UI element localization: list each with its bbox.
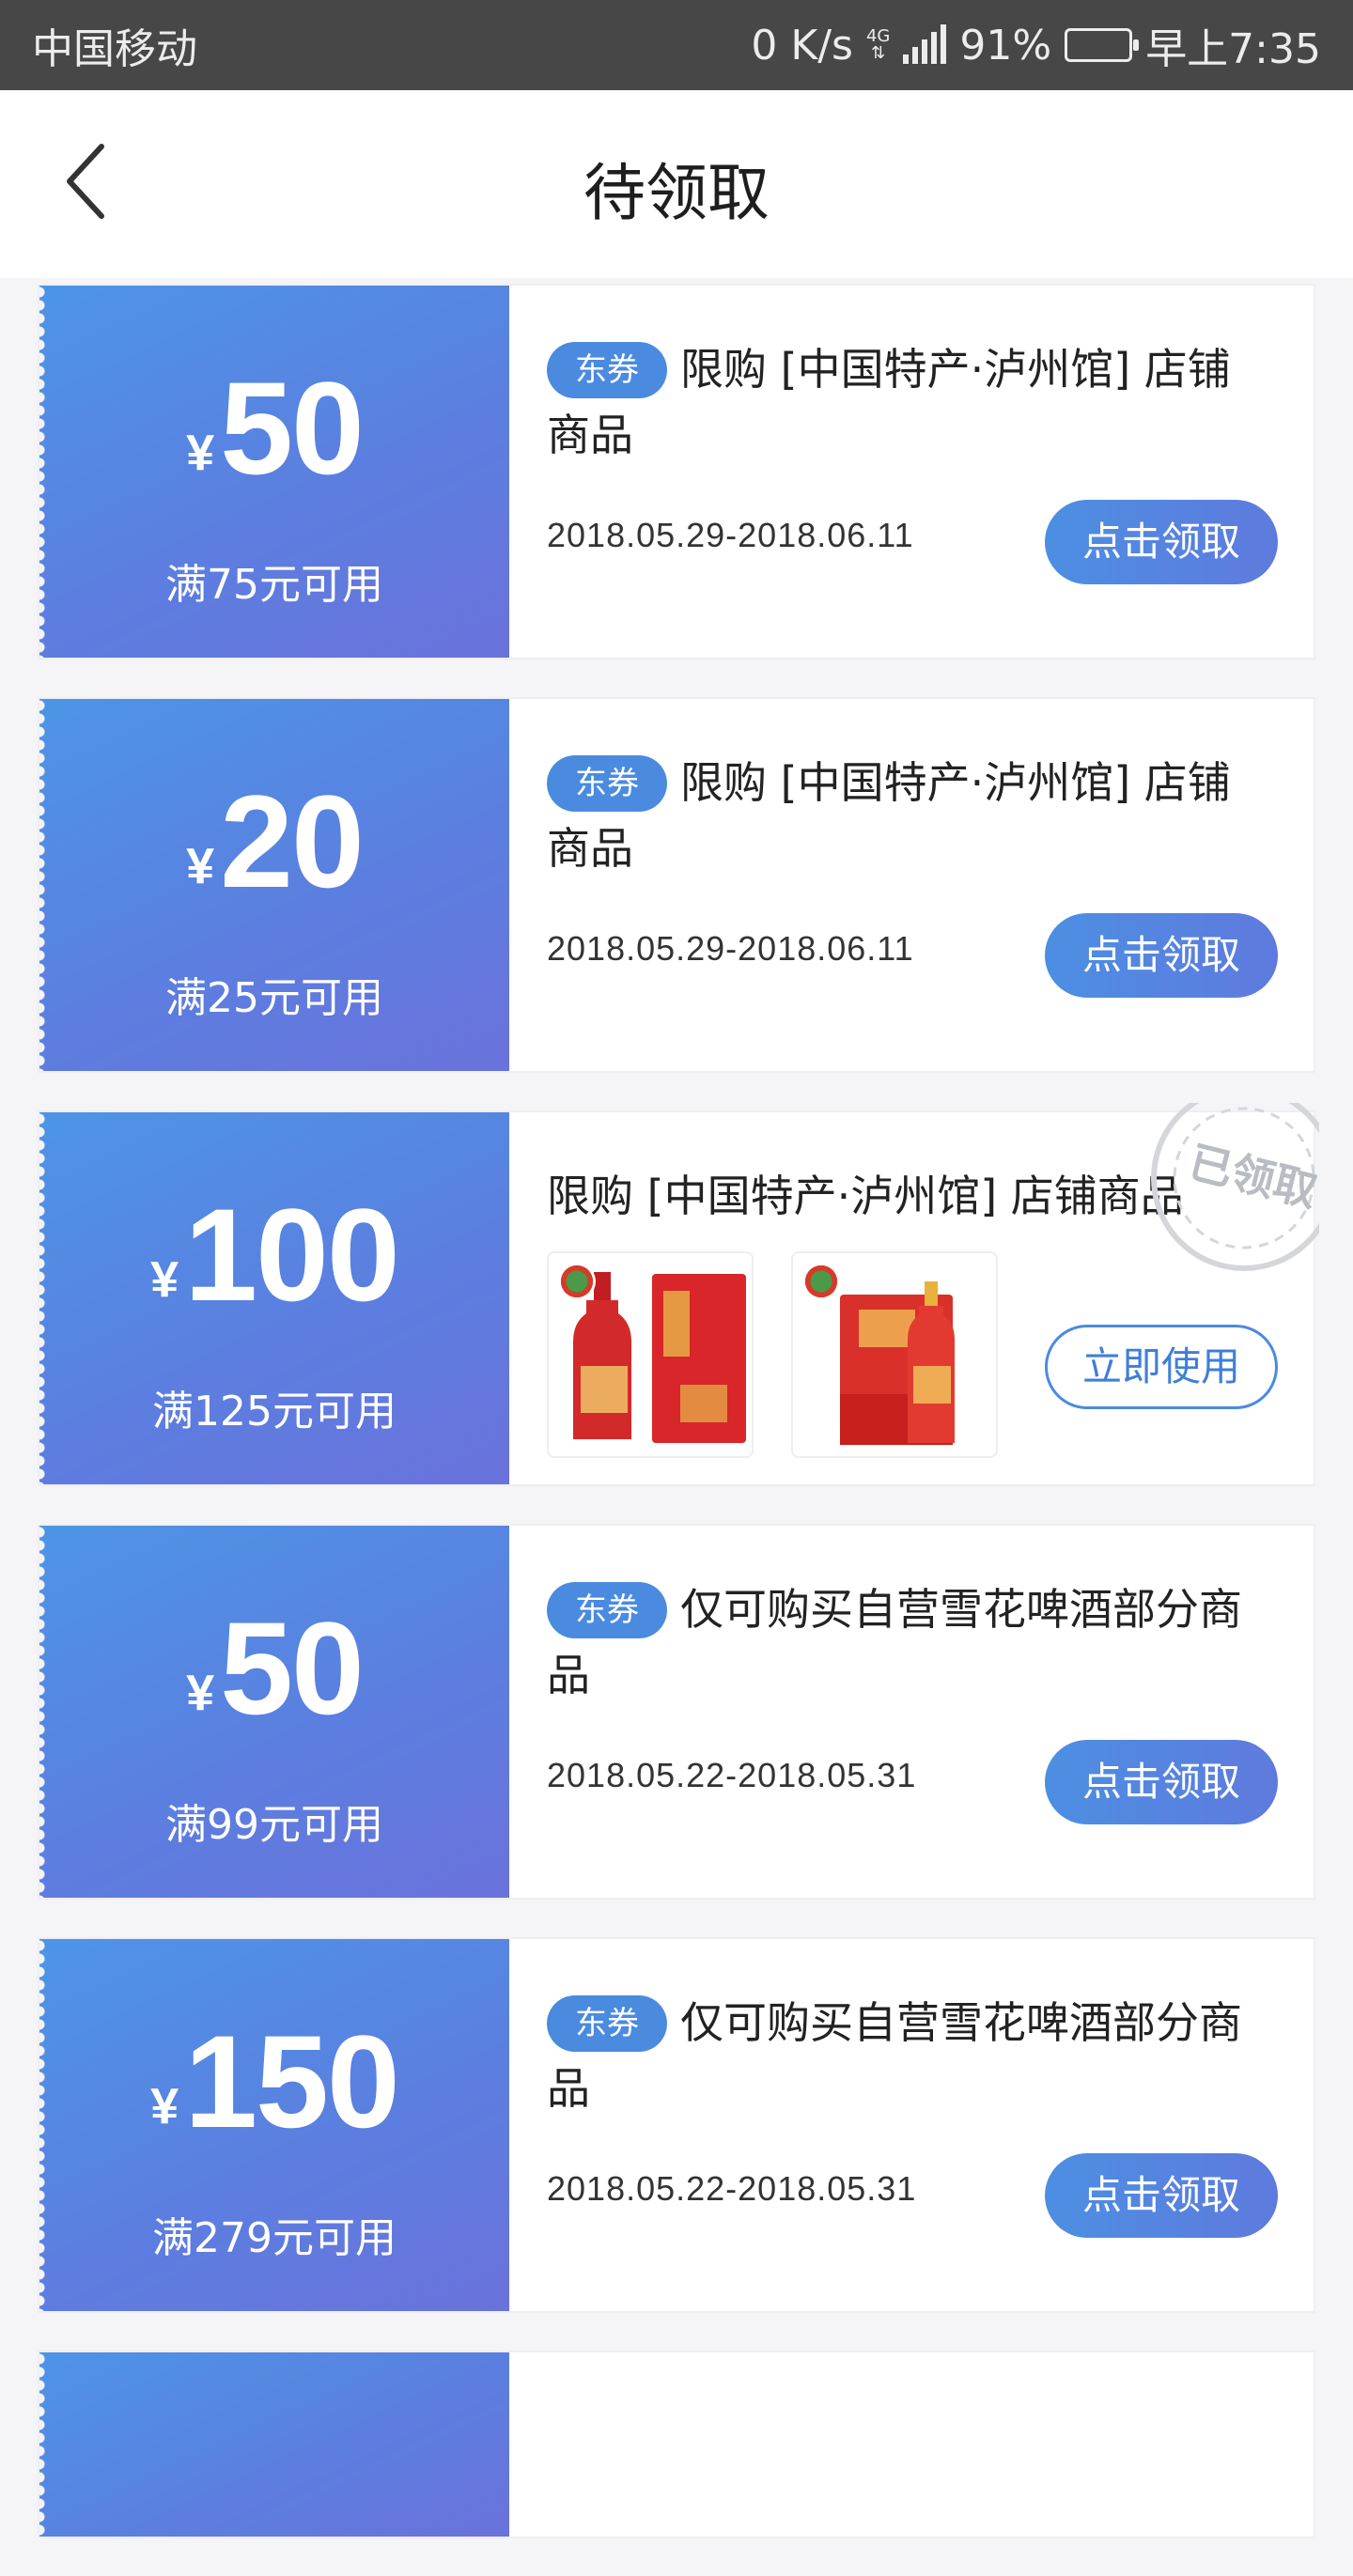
currency-symbol: ¥ bbox=[150, 2078, 179, 2134]
coupon-description: 东券 仅可购买自营雪花啤酒部分商品 bbox=[547, 1990, 1261, 2121]
coupon-type-badge: 东券 bbox=[547, 1995, 667, 2052]
validity-dates: 2018.05.29-2018.06.11 bbox=[547, 516, 914, 554]
coupon-amount: ¥150 bbox=[39, 2016, 509, 2148]
coupon-card: ¥20 满25元可用 东券 限购 [中国特产·泸州馆] 店铺商品 2018.05.… bbox=[38, 697, 1315, 1073]
validity-dates: 2018.05.22-2018.05.31 bbox=[547, 2169, 917, 2208]
usage-condition: 满75元可用 bbox=[165, 561, 383, 609]
coupon-card bbox=[38, 2351, 1315, 2538]
coupon-details: 东券 仅可购买自营雪花啤酒部分商品 2018.05.22-2018.05.31 点… bbox=[509, 1939, 1314, 2311]
data-arrows-icon: ⇅ bbox=[871, 43, 886, 63]
use-now-button[interactable]: 立即使用 bbox=[1045, 1325, 1278, 1409]
amount-value: 100 bbox=[184, 1181, 400, 1328]
claim-button[interactable]: 点击领取 bbox=[1045, 1740, 1278, 1824]
status-bar: 中国移动 0 K/s 4G ⇅ 91% 早上7:35 bbox=[0, 0, 1353, 90]
coupon-type-badge: 东券 bbox=[547, 342, 667, 398]
coupon-amount: ¥50 bbox=[39, 1603, 509, 1734]
signal-icon bbox=[903, 24, 947, 64]
nav-bar: 待领取 bbox=[0, 90, 1353, 278]
coupon-details: 东券 限购 [中国特产·泸州馆] 店铺商品 2018.05.29-2018.06.… bbox=[509, 286, 1314, 658]
coupon-amount: ¥100 bbox=[39, 1189, 509, 1321]
coupon-card: ¥50 满99元可用 东券 仅可购买自营雪花啤酒部分商品 2018.05.22-2… bbox=[38, 1524, 1315, 1900]
coupon-value-panel: ¥50 满99元可用 bbox=[39, 1526, 509, 1898]
brand-logo-icon bbox=[558, 1263, 596, 1300]
usage-condition: 满279元可用 bbox=[152, 2214, 397, 2262]
coupon-list: ¥50 满75元可用 东券 限购 [中国特产·泸州馆] 店铺商品 2018.05.… bbox=[38, 284, 1319, 2576]
coupon-description: 东券 仅可购买自营雪花啤酒部分商品 bbox=[547, 1576, 1261, 1708]
coupon-details: 东券 限购 [中国特产·泸州馆] 店铺商品 2018.05.29-2018.06.… bbox=[509, 699, 1314, 1071]
coupon-card: ¥150 满279元可用 东券 仅可购买自营雪花啤酒部分商品 2018.05.22… bbox=[38, 1937, 1315, 2313]
usage-condition: 满25元可用 bbox=[165, 974, 383, 1022]
amount-value: 50 bbox=[220, 354, 365, 502]
status-icons: 0 K/s 4G ⇅ 91% 早上7:35 bbox=[751, 15, 1321, 75]
brand-logo-icon bbox=[802, 1263, 840, 1300]
coupon-description: 东券 限购 [中国特产·泸州馆] 店铺商品 bbox=[547, 750, 1261, 881]
product-thumbnail[interactable] bbox=[791, 1251, 998, 1458]
carrier-name: 中国移动 bbox=[32, 25, 197, 73]
validity-dates: 2018.05.22-2018.05.31 bbox=[547, 1756, 917, 1794]
validity-dates: 2018.05.29-2018.06.11 bbox=[547, 929, 914, 968]
coupon-description: 东券 限购 [中国特产·泸州馆] 店铺商品 bbox=[547, 336, 1261, 468]
claimed-stamp: 已领取 bbox=[1151, 1103, 1319, 1271]
coupon-details: 东券 仅可购买自营雪花啤酒部分商品 2018.05.22-2018.05.31 点… bbox=[509, 1526, 1314, 1898]
network-type-icon: 4G ⇅ bbox=[866, 28, 890, 62]
usage-condition: 满125元可用 bbox=[152, 1388, 397, 1435]
product-thumbnails bbox=[547, 1251, 998, 1458]
claimed-stamp-text: 已领取 bbox=[1184, 1136, 1319, 1217]
coupon-details bbox=[509, 2352, 1314, 2537]
currency-symbol: ¥ bbox=[186, 1665, 215, 1721]
amount-value: 20 bbox=[220, 768, 365, 915]
battery-icon bbox=[1065, 28, 1140, 62]
amount-value: 150 bbox=[184, 2008, 400, 2155]
page-title: 待领取 bbox=[583, 157, 770, 229]
product-thumbnail[interactable] bbox=[547, 1251, 754, 1458]
coupon-type-badge: 东券 bbox=[547, 755, 667, 812]
claim-button[interactable]: 点击领取 bbox=[1045, 500, 1278, 584]
coupon-card: ¥50 满75元可用 东券 限购 [中国特产·泸州馆] 店铺商品 2018.05.… bbox=[38, 284, 1315, 660]
coupon-amount: ¥20 bbox=[39, 776, 509, 908]
usage-condition: 满99元可用 bbox=[165, 1801, 383, 1849]
claim-button[interactable]: 点击领取 bbox=[1045, 913, 1278, 998]
coupon-value-panel: ¥150 满279元可用 bbox=[39, 1939, 509, 2311]
coupon-card: ¥100 满125元可用 限购 [中国特产·泸州馆] 店铺商品 立即使用 已领取 bbox=[38, 1103, 1319, 1486]
battery-percent: 91% bbox=[959, 21, 1052, 70]
coupon-value-panel: ¥100 满125元可用 bbox=[39, 1112, 509, 1484]
network-speed: 0 K/s bbox=[751, 21, 853, 70]
coupon-amount: ¥50 bbox=[39, 363, 509, 494]
coupon-value-panel: ¥50 满75元可用 bbox=[39, 286, 509, 658]
coupon-value-panel: ¥20 满25元可用 bbox=[39, 699, 509, 1071]
clock: 早上7:35 bbox=[1145, 25, 1321, 73]
currency-symbol: ¥ bbox=[186, 425, 215, 481]
amount-value: 50 bbox=[220, 1594, 365, 1742]
claim-button[interactable]: 点击领取 bbox=[1045, 2153, 1278, 2238]
coupon-type-badge: 东券 bbox=[547, 1582, 667, 1638]
currency-symbol: ¥ bbox=[186, 838, 215, 894]
coupon-value-panel bbox=[39, 2352, 509, 2537]
currency-symbol: ¥ bbox=[150, 1251, 179, 1308]
coupon-details: 限购 [中国特产·泸州馆] 店铺商品 立即使用 已领取 bbox=[509, 1103, 1319, 1484]
